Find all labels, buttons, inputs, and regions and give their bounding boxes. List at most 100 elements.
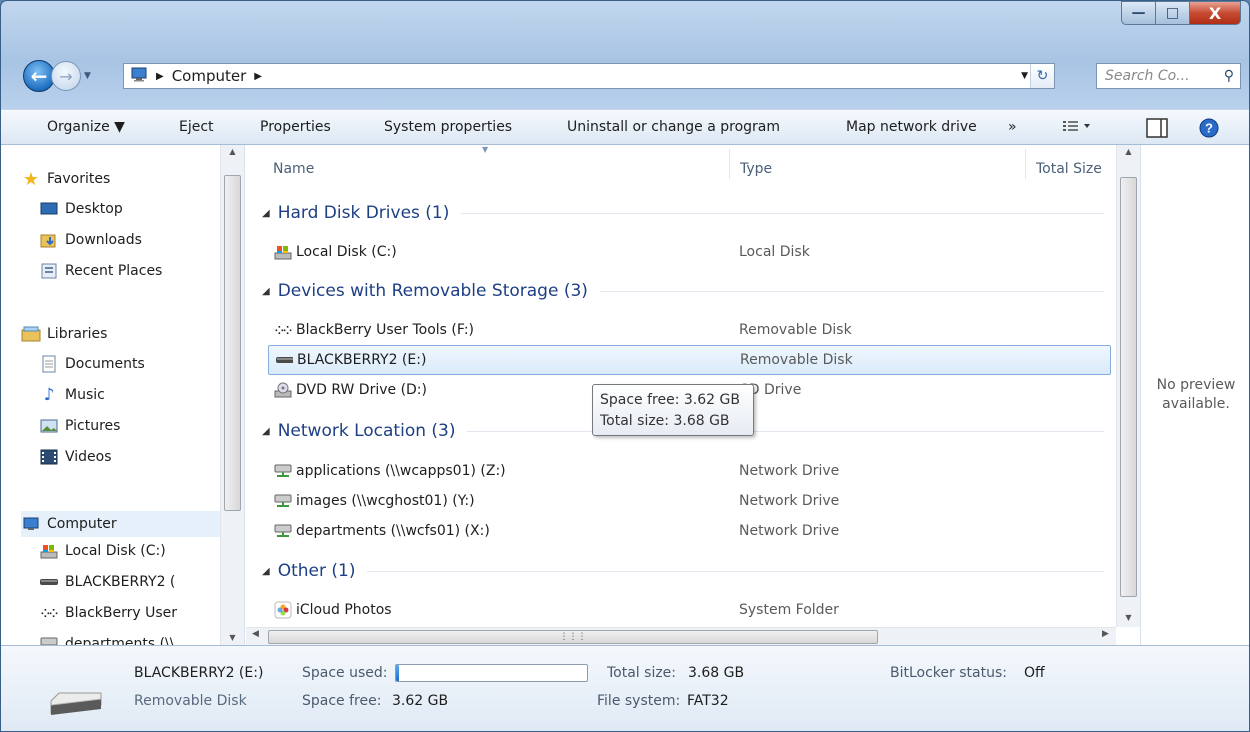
list-item[interactable]: images (\\wcghost01) (Y:) Network Drive [268,486,1111,516]
uninstall-program-button[interactable]: Uninstall or change a program [567,119,780,135]
properties-button[interactable]: Properties [260,119,331,135]
videos-icon [39,448,59,466]
nav-desktop[interactable]: Desktop [39,200,123,218]
nav-blackberry-user[interactable]: ⁘⁘ BlackBerry User [39,604,177,622]
scroll-up-icon[interactable]: ▲ [1117,147,1140,156]
organize-button[interactable]: Organize ▼ [47,119,125,135]
maximize-button[interactable]: □ [1155,1,1189,25]
removable-drive-icon [39,573,59,591]
nav-videos[interactable]: Videos [39,448,112,466]
column-header-total-size[interactable]: Total Size [1036,161,1102,177]
nav-documents[interactable]: Documents [39,355,145,373]
nav-buttons: ← → ▼ [23,60,91,92]
help-icon: ? [1199,118,1219,138]
network-drive-icon [274,523,292,539]
scroll-down-icon[interactable]: ▼ [221,633,244,642]
column-divider[interactable] [1025,149,1026,179]
nav-libraries[interactable]: Libraries [21,325,107,343]
scroll-right-icon[interactable]: ▶ [1102,629,1109,639]
collapse-triangle-icon[interactable]: ◢ [262,208,270,219]
preview-pane-icon [1146,118,1168,138]
help-button[interactable]: ? [1199,118,1219,138]
list-item[interactable]: applications (\\wcapps01) (Z:) Network Dr… [268,456,1111,486]
change-view-button[interactable] [1062,118,1092,134]
network-drive-icon [274,493,292,509]
history-dropdown-icon[interactable]: ▼ [84,71,91,81]
view-details-icon [1063,121,1090,131]
recent-places-icon [39,262,59,280]
music-icon: ♪ [43,385,55,405]
eject-button[interactable]: Eject [179,119,214,135]
list-item[interactable]: Local Disk (C:) Local Disk [268,237,1111,267]
nav-music[interactable]: ♪ Music [39,385,105,405]
details-drive-kind: Removable Disk [134,693,247,709]
group-other[interactable]: ◢ Other (1) [262,561,1104,581]
address-dropdown-icon[interactable]: ▼ [1021,71,1028,81]
bitlocker-value: Off [1024,665,1045,681]
collapse-triangle-icon[interactable]: ◢ [262,566,270,577]
details-drive-name: BLACKBERRY2 (E:) [134,665,264,681]
pictures-icon [39,417,59,435]
breadcrumb-chevron-icon[interactable]: ▶ [156,71,164,82]
map-network-drive-button[interactable]: Map network drive [846,119,977,135]
forward-button[interactable]: → [51,61,81,91]
nav-departments[interactable]: departments (\\ [39,635,174,645]
preview-pane-button[interactable] [1146,118,1168,138]
address-field[interactable]: ▶ Computer ▶ ▼ ↻ [123,63,1055,89]
file-list-scrollbar[interactable]: ▲ ▼ [1116,145,1140,627]
list-item[interactable]: departments (\\wcfs01) (X:) Network Drive [268,516,1111,546]
blackberry-icon: ⁘⁘ [274,323,292,337]
list-item[interactable]: ⁘⁘ BlackBerry User Tools (F:) Removable Di… [268,315,1111,345]
minimize-button[interactable]: — [1121,1,1155,25]
scroll-up-icon[interactable]: ▲ [221,147,244,156]
search-icon: ⚲ [1223,68,1234,84]
more-commands-button[interactable]: » [1008,119,1017,135]
nav-downloads[interactable]: Downloads [39,231,142,249]
removable-drive-large-icon [50,692,102,715]
arrow-left-icon: ← [30,64,48,88]
bitlocker-label: BitLocker status: [890,665,1007,681]
nav-pane-scrollbar[interactable]: ▲ ▼ [220,145,244,645]
local-disk-icon [274,244,292,260]
column-divider[interactable] [729,149,730,179]
svg-text:?: ? [1205,121,1213,136]
network-drive-icon [39,635,59,645]
total-size-value: 3.68 GB [688,665,745,681]
column-header-name[interactable]: Name [273,161,314,177]
space-free-value: 3.62 GB [392,693,449,709]
scrollbar-thumb[interactable] [224,175,241,511]
libraries-icon [21,325,41,343]
space-free-label: Space free: [302,693,382,709]
nav-blackberry2[interactable]: BLACKBERRY2 ( [39,573,175,591]
document-icon [39,355,59,373]
breadcrumb-chevron-icon[interactable]: ▶ [254,71,262,82]
nav-favorites[interactable]: ★ Favorites [21,169,110,190]
nav-local-disk[interactable]: Local Disk (C:) [39,542,166,560]
list-item[interactable]: iCloud Photos System Folder [268,595,1111,625]
scroll-left-icon[interactable]: ◀ [252,629,259,639]
nav-computer[interactable]: Computer [21,511,227,537]
system-properties-button[interactable]: System properties [384,119,512,135]
blackberry-icon: ⁘⁘ [40,606,58,620]
computer-icon [130,66,148,86]
group-removable-storage[interactable]: ◢ Devices with Removable Storage (3) [262,281,1104,301]
collapse-triangle-icon[interactable]: ◢ [262,426,270,437]
desktop-icon [39,200,59,218]
search-input[interactable]: Search Co... ⚲ [1096,63,1241,89]
window-controls: — □ X [1121,1,1241,25]
list-item-selected[interactable]: BLACKBERRY2 (E:) Removable Disk [268,345,1111,375]
column-header-type[interactable]: Type [740,161,772,177]
nav-recent-places[interactable]: Recent Places [39,262,162,280]
scroll-down-icon[interactable]: ▼ [1117,613,1140,622]
collapse-triangle-icon[interactable]: ◢ [262,286,270,297]
local-disk-icon [39,542,59,560]
group-hard-disk-drives[interactable]: ◢ Hard Disk Drives (1) [262,203,1104,223]
refresh-icon[interactable]: ↻ [1030,64,1054,88]
nav-pictures[interactable]: Pictures [39,417,120,435]
breadcrumb-computer[interactable]: Computer [172,67,247,85]
explorer-window: — □ X ← → ▼ ▶ Computer ▶ ▼ ↻ Search Co..… [0,0,1250,732]
scrollbar-thumb[interactable] [1120,177,1137,597]
scrollbar-thumb[interactable]: ⋮⋮⋮ [268,630,878,644]
close-button[interactable]: X [1189,1,1241,25]
horizontal-scrollbar[interactable]: ◀ ⋮⋮⋮ ▶ [246,627,1116,645]
